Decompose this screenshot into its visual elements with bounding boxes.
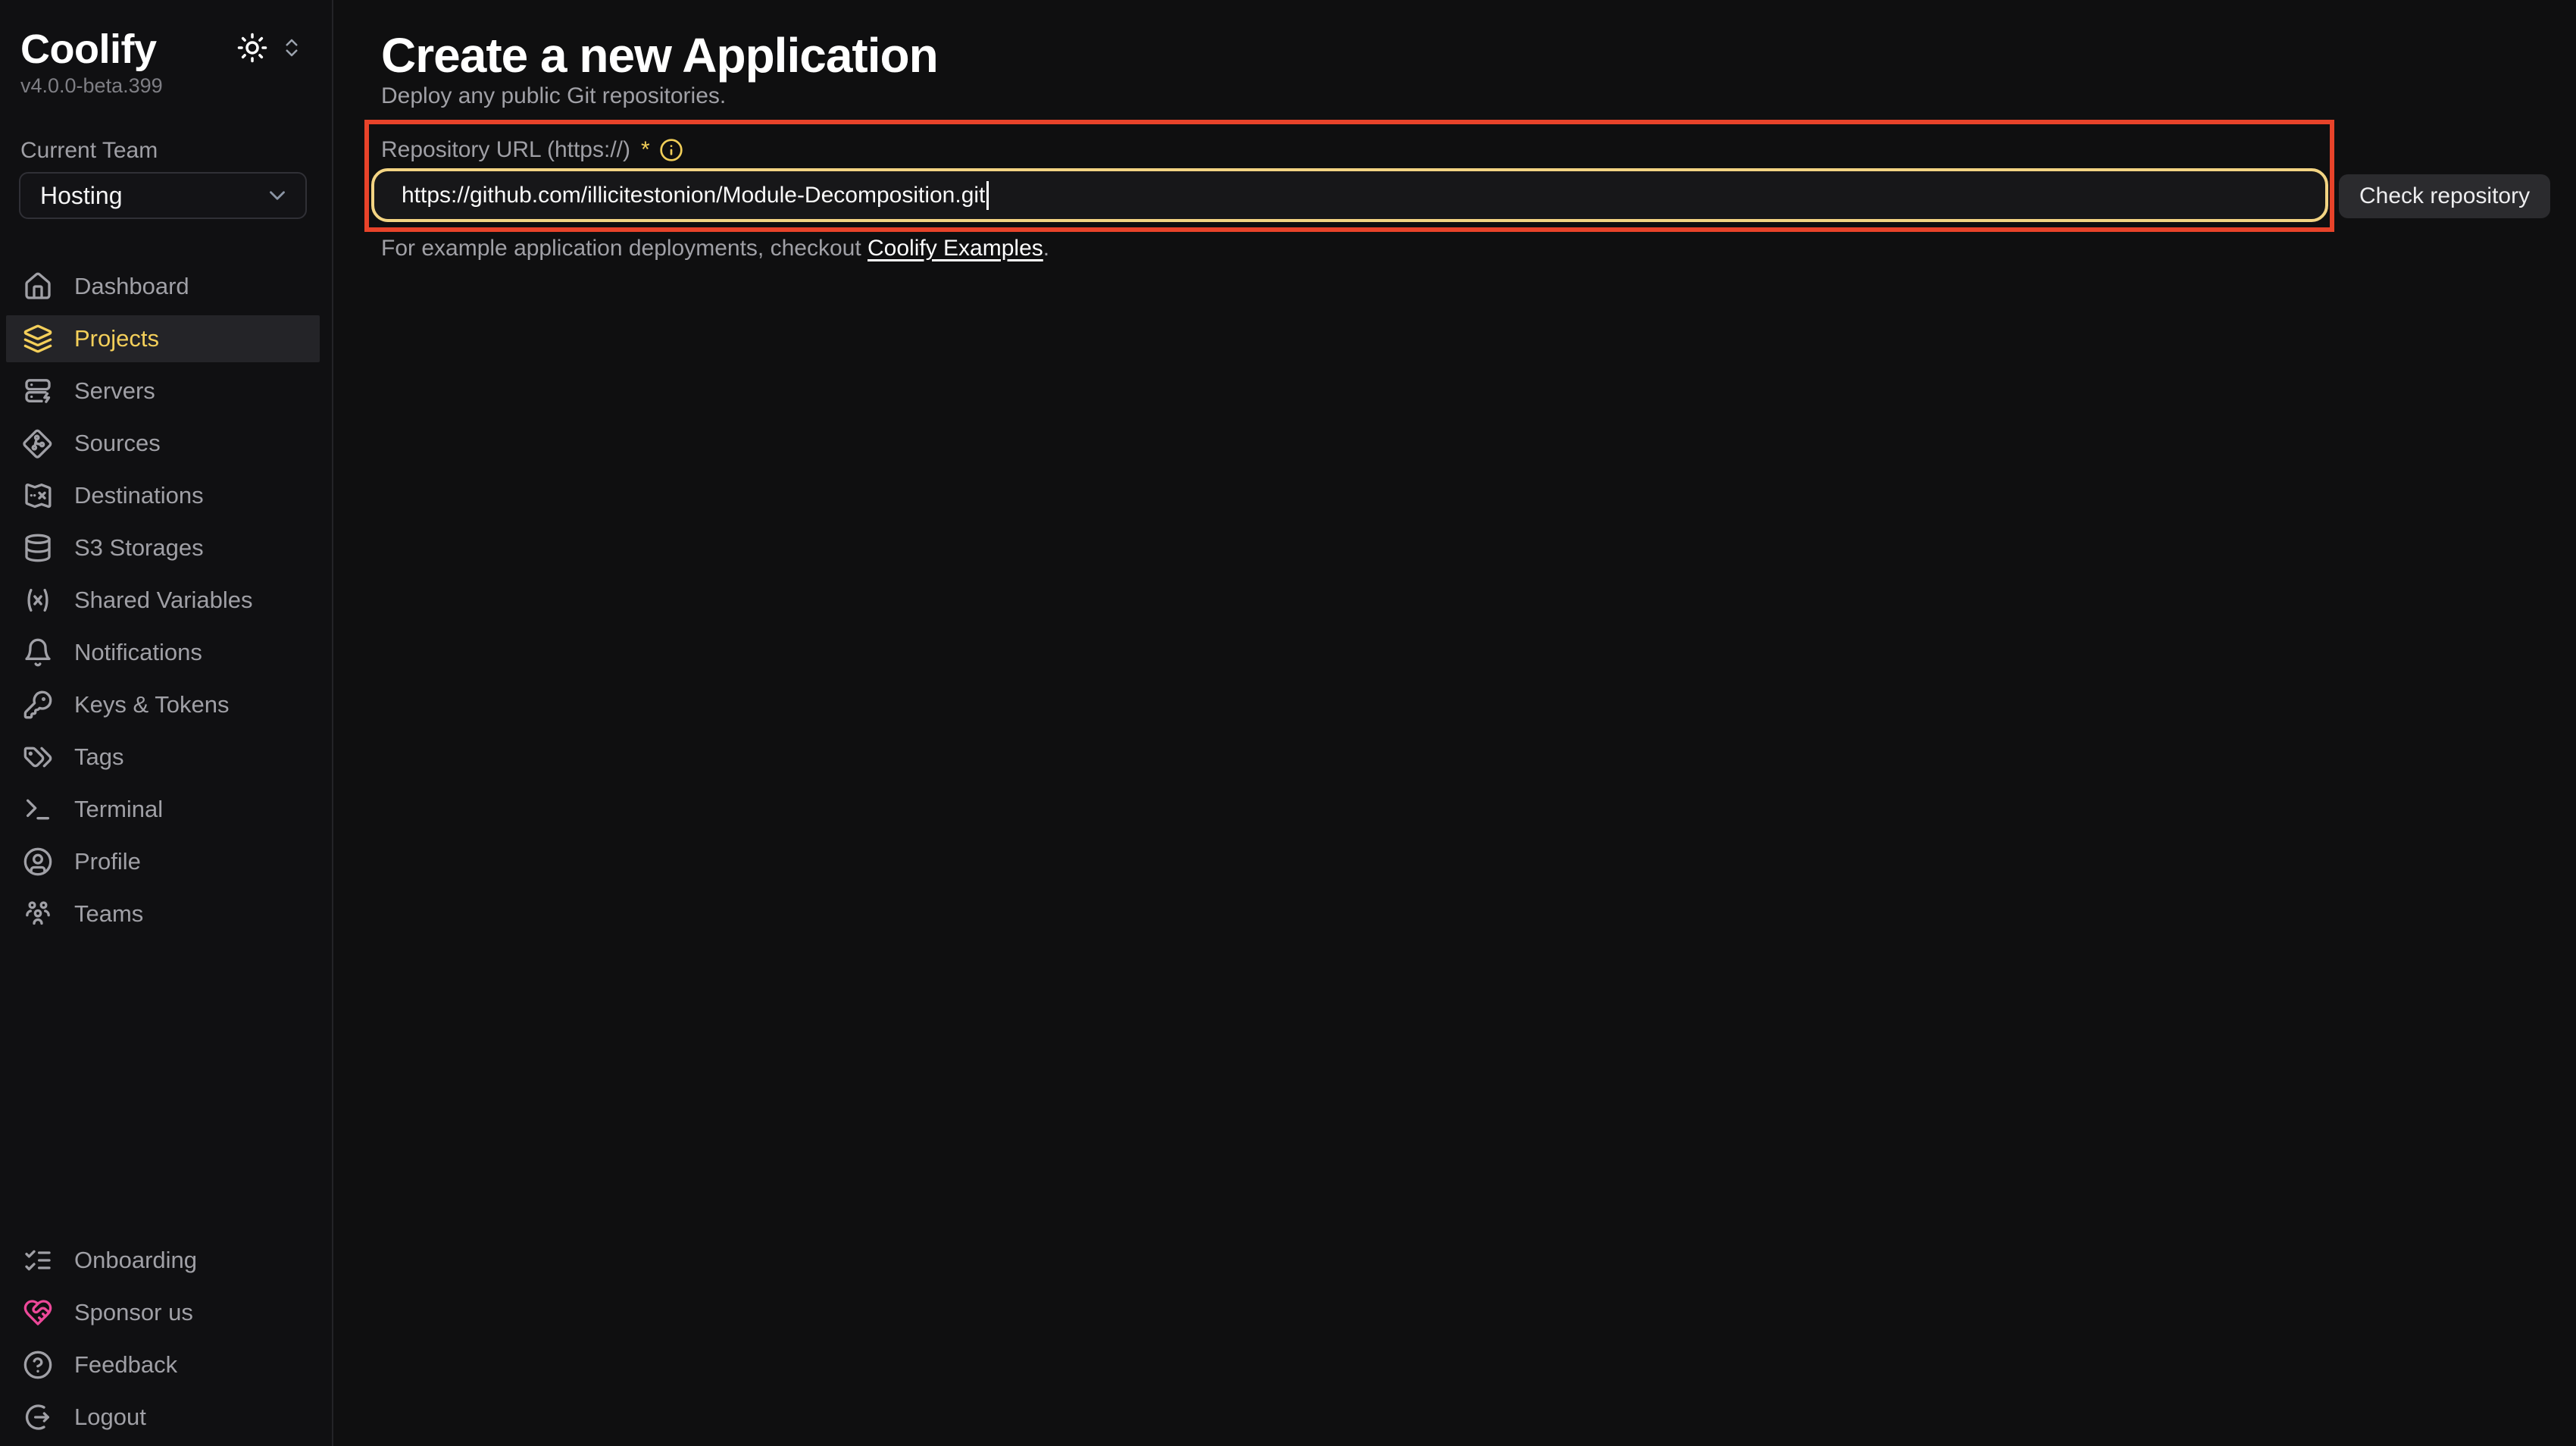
helper-suffix: . [1043,236,1049,261]
coolify-examples-link[interactable]: Coolify Examples [868,236,1043,261]
sidebar-item-tags[interactable]: Tags [6,734,320,781]
sidebar-item-label: Terminal [74,796,163,823]
variables-icon [23,585,53,615]
bell-icon [23,637,53,668]
chevrons-up-down-icon [280,36,303,59]
repository-url-label-row: Repository URL (https://) * [381,137,683,163]
team-select-value: Hosting [40,182,123,210]
logout-icon [23,1402,53,1432]
sidebar-item-label: Feedback [74,1351,177,1379]
key-icon [23,690,53,720]
helper-prefix: For example application deployments, che… [381,236,868,261]
tags-icon [23,742,53,772]
database-icon [23,533,53,563]
sidebar-item-teams[interactable]: Teams [6,890,320,937]
info-icon [659,138,683,162]
server-icon [23,376,53,406]
sidebar-item-label: Sponsor us [74,1299,193,1326]
sidebar-item-label: Servers [74,377,155,405]
sidebar-item-label: Profile [74,848,141,875]
page-title: Create a new Application [381,27,938,83]
sidebar-item-label: Shared Variables [74,587,253,614]
sidebar-header-icons [236,32,303,64]
sidebar-item-onboarding[interactable]: Onboarding [6,1237,320,1284]
sponsor-heart-icon [23,1297,53,1328]
main-content: Create a new Application Deploy any publ… [335,0,2576,1446]
repository-url-input[interactable]: https://github.com/illicitestonion/Modul… [371,168,2328,222]
info-icon-wrap[interactable] [659,138,683,162]
sidebar-nav: Dashboard Projects Servers Sources Desti… [0,258,333,943]
sidebar-item-feedback[interactable]: Feedback [6,1341,320,1388]
sidebar-item-projects[interactable]: Projects [6,315,320,362]
sidebar-footer: Onboarding Sponsor us Feedback Logout [0,1232,333,1446]
page-subtitle: Deploy any public Git repositories. [381,83,726,109]
profile-icon [23,847,53,877]
onboarding-icon [23,1245,53,1275]
sun-icon [236,32,268,64]
sidebar-item-label: Notifications [74,639,202,666]
repository-url-label: Repository URL (https://) [381,137,630,163]
sidebar-item-destinations[interactable]: Destinations [6,472,320,519]
teams-icon [23,899,53,929]
sidebar-item-label: Keys & Tokens [74,691,229,718]
app-title: Coolify [20,26,157,73]
sidebar-item-sources[interactable]: Sources [6,420,320,467]
sidebar: Coolify v4.0.0-beta.399 Current Team Hos… [0,0,333,1446]
check-repository-button[interactable]: Check repository [2339,174,2550,218]
helper-text: For example application deployments, che… [381,236,1049,261]
sidebar-item-dashboard[interactable]: Dashboard [6,263,320,310]
sidebar-item-label: Destinations [74,482,204,509]
sidebar-item-servers[interactable]: Servers [6,368,320,415]
repository-url-value: https://github.com/illicitestonion/Modul… [402,183,985,208]
app-version: v4.0.0-beta.399 [20,74,163,98]
sidebar-item-sponsor-us[interactable]: Sponsor us [6,1289,320,1336]
map-icon [23,480,53,511]
sidebar-item-keys-tokens[interactable]: Keys & Tokens [6,681,320,728]
sidebar-item-label: Dashboard [74,273,189,300]
sidebar-item-notifications[interactable]: Notifications [6,629,320,676]
sidebar-item-label: Logout [74,1404,146,1431]
sidebar-item-shared-variables[interactable]: Shared Variables [6,577,320,624]
sidebar-item-terminal[interactable]: Terminal [6,786,320,833]
theme-toggle-button[interactable] [236,32,268,64]
sidebar-item-label: Onboarding [74,1247,197,1274]
git-source-icon [23,428,53,459]
sidebar-item-profile[interactable]: Profile [6,838,320,885]
sidebar-item-logout[interactable]: Logout [6,1394,320,1441]
required-asterisk: * [641,137,650,163]
app-root: Coolify v4.0.0-beta.399 Current Team Hos… [0,0,2576,1446]
home-icon [23,271,53,302]
sidebar-item-label: Teams [74,900,143,928]
sidebar-item-s3-storages[interactable]: S3 Storages [6,524,320,571]
sidebar-item-label: S3 Storages [74,534,204,562]
chevron-down-icon-wrap [264,183,290,208]
sidebar-item-label: Sources [74,430,161,457]
sidebar-item-label: Tags [74,743,123,771]
layers-icon [23,324,53,354]
terminal-icon [23,794,53,825]
feedback-icon [23,1350,53,1380]
text-cursor [986,181,989,210]
sidebar-item-label: Projects [74,325,159,352]
current-team-label: Current Team [20,138,158,164]
version-switcher[interactable] [280,36,303,59]
team-select[interactable]: Hosting [19,172,307,219]
chevron-down-icon [264,183,290,208]
